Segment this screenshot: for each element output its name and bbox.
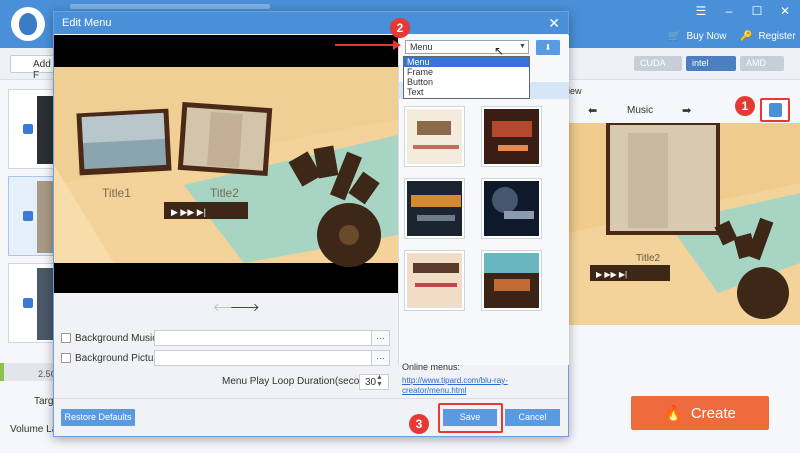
loop-duration-label: Menu Play Loop Duration(seconds):: [222, 376, 382, 387]
preview-header: iew: [568, 86, 582, 96]
cart-icon: 🛒: [668, 31, 681, 42]
download-icon[interactable]: ⬇: [536, 40, 560, 55]
menu-canvas[interactable]: Title1 Title2 ▶ ▶▶ ▶|: [54, 35, 398, 293]
playback-controls: ▶ ▶▶ ▶|: [171, 207, 206, 217]
online-menus-label: Online menus:: [402, 362, 461, 372]
create-button[interactable]: 🔥 Create: [631, 396, 769, 430]
menu-template[interactable]: [481, 106, 542, 167]
bg-picture-input[interactable]: [154, 350, 373, 366]
menu-template[interactable]: [404, 106, 465, 167]
dialog-title: Edit Menu: [62, 17, 112, 29]
gpu-intel-badge: intel: [686, 56, 736, 71]
menu-preview-art: Title2 ▶ ▶▶ ▶|: [568, 123, 800, 325]
bg-picture-checkbox[interactable]: [61, 353, 71, 363]
window-title: [70, 4, 270, 9]
list-item[interactable]: [8, 176, 57, 256]
add-file-button[interactable]: Add F: [10, 55, 58, 81]
cancel-button[interactable]: Cancel: [505, 409, 560, 426]
next-arrow-icon[interactable]: ➡: [682, 104, 691, 117]
edit-icon: [768, 103, 782, 117]
item-checkbox[interactable]: [23, 124, 33, 134]
loop-duration-stepper[interactable]: ▲ ▼: [376, 374, 383, 388]
item-checkbox[interactable]: [23, 298, 33, 308]
buy-now-link[interactable]: 🛒 Buy Now: [668, 31, 726, 42]
step-badge-1: 1: [735, 96, 755, 116]
bg-music-browse-button[interactable]: ···: [371, 330, 390, 346]
preview-title-label: Title2: [636, 253, 661, 264]
register-link[interactable]: 🔑 Register: [740, 31, 796, 42]
bg-music-checkbox[interactable]: [61, 333, 71, 343]
list-item[interactable]: [8, 263, 57, 343]
annotation-arrow: [335, 44, 395, 46]
maximize-icon[interactable]: ☐: [750, 4, 764, 18]
option-menu[interactable]: Menu: [404, 57, 529, 67]
step-badge-2: 2: [390, 18, 410, 38]
bg-music-input[interactable]: [154, 330, 373, 346]
bg-picture-row: Background Picture:: [61, 350, 165, 366]
item-checkbox[interactable]: [23, 211, 33, 221]
key-icon: 🔑: [740, 31, 753, 42]
cursor-icon: ↖: [494, 44, 505, 58]
menu-template[interactable]: [481, 250, 542, 311]
element-type-select[interactable]: Menu: [405, 40, 529, 54]
gpu-amd-badge: AMD: [740, 56, 784, 71]
gpu-accel-row: CUDA intel AMD: [634, 56, 784, 71]
music-label: Music: [627, 105, 654, 116]
close-icon[interactable]: ✕: [778, 4, 792, 18]
option-frame[interactable]: Frame: [404, 67, 529, 77]
minimize-icon[interactable]: –: [722, 4, 736, 18]
online-menus-link[interactable]: http://www.tipard.com/blu-ray-creator/me…: [402, 376, 532, 396]
bg-picture-browse-button[interactable]: ···: [371, 350, 390, 366]
element-type-options: Menu Frame Button Text: [403, 56, 530, 99]
edit-menu-button[interactable]: [760, 98, 790, 122]
option-button[interactable]: Button: [404, 77, 529, 87]
loop-duration-input[interactable]: 30: [359, 374, 389, 390]
template-grid: [404, 106, 544, 341]
flame-icon: 🔥: [664, 405, 683, 422]
prev-arrow-icon[interactable]: ⬅: [588, 104, 597, 117]
title2-frame: [177, 101, 273, 177]
canvas-title2: Title2: [210, 186, 239, 200]
annotation-arrow-head: [393, 40, 401, 50]
menu-template[interactable]: [404, 178, 465, 239]
title1-frame: [76, 108, 172, 176]
bg-music-row: Background Music:: [61, 330, 160, 346]
menu-icon[interactable]: ☰: [694, 4, 708, 18]
option-text[interactable]: Text: [404, 87, 529, 97]
svg-text:▶ ▶▶ ▶|: ▶ ▶▶ ▶|: [596, 270, 627, 279]
disc-capacity-fill: [0, 363, 4, 381]
canvas-title1: Title1: [102, 186, 131, 200]
gpu-cuda-badge: CUDA: [634, 56, 682, 71]
chevron-down-icon[interactable]: ▼: [519, 43, 526, 50]
dialog-divider: [54, 398, 568, 399]
dialog-title-bar: Edit Menu ✕: [54, 12, 568, 34]
app-logo: [11, 7, 45, 41]
restore-defaults-button[interactable]: Restore Defaults: [61, 409, 135, 426]
menu-template[interactable]: [481, 178, 542, 239]
next-page-icon[interactable]: 🡒: [230, 300, 260, 314]
window-controls: ☰ – ☐ ✕: [694, 4, 792, 18]
step-badge-3: 3: [409, 414, 429, 434]
close-icon[interactable]: ✕: [548, 15, 560, 32]
save-button[interactable]: Save: [443, 409, 497, 426]
list-item[interactable]: [8, 89, 57, 169]
menu-template[interactable]: [404, 250, 465, 311]
